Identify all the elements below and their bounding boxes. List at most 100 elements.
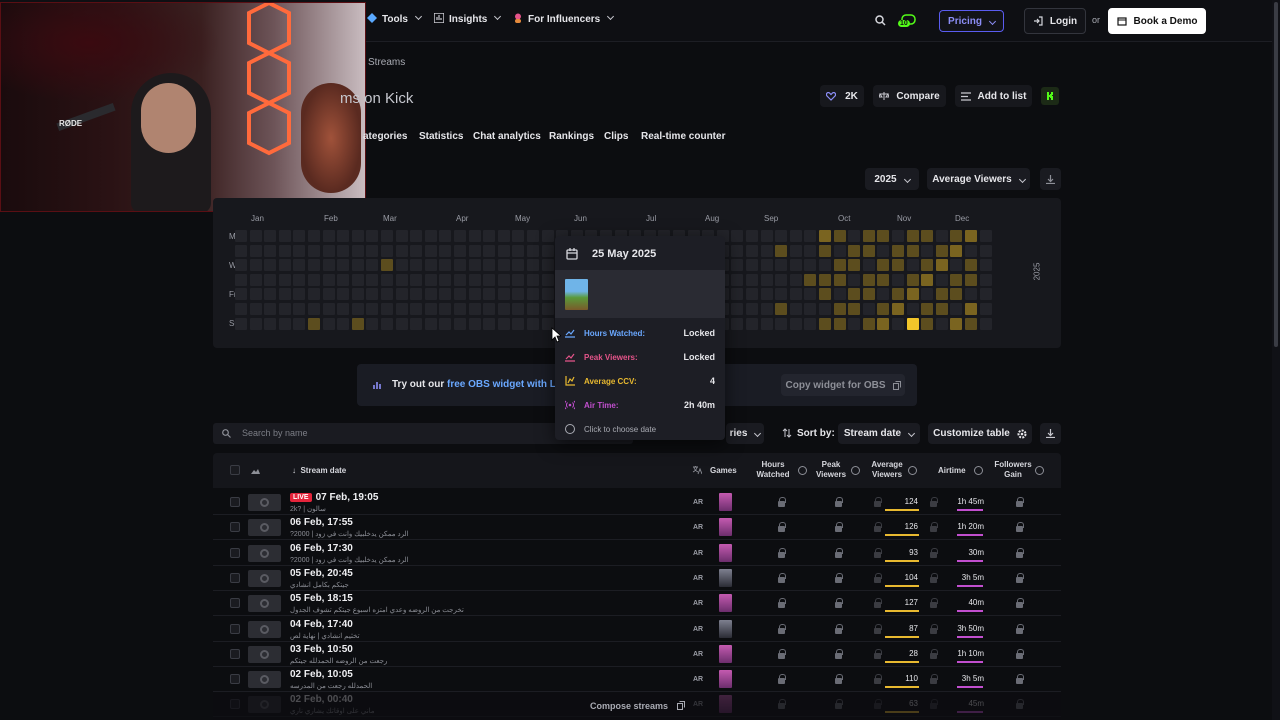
heatmap-day-cell[interactable] [323, 318, 335, 330]
heatmap-day-cell[interactable] [425, 288, 437, 300]
heatmap-day-cell[interactable] [790, 318, 802, 330]
stream-date[interactable]: 04 Feb, 17:40 [290, 619, 353, 630]
customize-table-button[interactable]: Customize table [928, 423, 1032, 444]
heatmap-day-cell[interactable] [264, 288, 276, 300]
info-icon[interactable] [1035, 466, 1044, 475]
heatmap-day-cell[interactable] [746, 303, 758, 315]
heatmap-day-cell[interactable] [921, 318, 933, 330]
image-sort-icon[interactable] [251, 466, 260, 475]
heatmap-day-cell[interactable] [746, 274, 758, 286]
heatmap-day-cell[interactable] [352, 245, 364, 257]
heatmap-day-cell[interactable] [439, 259, 451, 271]
heatmap-day-cell[interactable] [877, 245, 889, 257]
heatmap-day-cell[interactable] [469, 230, 481, 242]
heatmap-day-cell[interactable] [834, 259, 846, 271]
heatmap-day-cell[interactable] [907, 230, 919, 242]
heatmap-day-cell[interactable] [980, 259, 992, 271]
heatmap-day-cell[interactable] [761, 274, 773, 286]
heatmap-day-cell[interactable] [512, 318, 524, 330]
heatmap-day-cell[interactable] [848, 288, 860, 300]
table-row[interactable]: 05 Feb, 18:15 تخرجت من الروضه وعدي امتزه … [213, 591, 1061, 616]
heatmap-day-cell[interactable] [527, 230, 539, 242]
heatmap-day-cell[interactable] [746, 245, 758, 257]
heatmap-day-cell[interactable] [848, 230, 860, 242]
game-thumbnail[interactable] [719, 620, 732, 638]
heatmap-day-cell[interactable] [454, 245, 466, 257]
scrollbar-thumb[interactable] [1274, 2, 1278, 347]
heatmap-day-cell[interactable] [907, 245, 919, 257]
heatmap-day-cell[interactable] [250, 303, 262, 315]
heatmap-day-cell[interactable] [950, 288, 962, 300]
heatmap-day-cell[interactable] [396, 274, 408, 286]
table-row[interactable]: 02 Feb, 10:05 الحمدلله رجعت من المدرسه AR 1… [213, 667, 1061, 692]
heatmap-day-cell[interactable] [337, 230, 349, 242]
heatmap-day-cell[interactable] [834, 318, 846, 330]
heatmap-day-cell[interactable] [512, 288, 524, 300]
heatmap-day-cell[interactable] [527, 303, 539, 315]
heatmap-day-cell[interactable] [892, 245, 904, 257]
heatmap-day-cell[interactable] [790, 274, 802, 286]
heatmap-day-cell[interactable] [396, 245, 408, 257]
heatmap-day-cell[interactable] [293, 274, 305, 286]
heatmap-day-cell[interactable] [279, 288, 291, 300]
header-games[interactable]: Games [710, 466, 737, 476]
heatmap-day-cell[interactable] [483, 259, 495, 271]
heatmap-day-cell[interactable] [834, 245, 846, 257]
heatmap-day-cell[interactable] [790, 245, 802, 257]
heatmap-day-cell[interactable] [936, 274, 948, 286]
heatmap-day-cell[interactable] [279, 318, 291, 330]
heatmap-day-cell[interactable] [235, 274, 247, 286]
heatmap-day-cell[interactable] [542, 259, 554, 271]
heatmap-day-cell[interactable] [834, 303, 846, 315]
header-airtime[interactable]: Airtime [938, 466, 966, 476]
heatmap-day-cell[interactable] [469, 288, 481, 300]
heatmap-day-cell[interactable] [498, 318, 510, 330]
heatmap-day-cell[interactable] [950, 274, 962, 286]
heatmap-day-cell[interactable] [425, 245, 437, 257]
heatmap-day-cell[interactable] [425, 230, 437, 242]
copy-widget-button[interactable]: Copy widget for OBS [781, 374, 905, 396]
heatmap-day-cell[interactable] [761, 259, 773, 271]
heatmap-day-cell[interactable] [877, 259, 889, 271]
heatmap-day-cell[interactable] [994, 230, 1006, 242]
tab-rankings[interactable]: Rankings [549, 131, 594, 142]
heatmap-day-cell[interactable] [965, 245, 977, 257]
heatmap-day-cell[interactable] [308, 274, 320, 286]
game-thumbnail[interactable] [719, 518, 732, 536]
page-scrollbar[interactable] [1272, 0, 1280, 720]
game-thumbnail[interactable] [719, 569, 732, 587]
heatmap-day-cell[interactable] [921, 274, 933, 286]
heatmap-day-cell[interactable] [804, 274, 816, 286]
header-stream-date[interactable]: ↓ Stream date [292, 466, 346, 476]
stream-date[interactable]: 05 Feb, 20:45 [290, 568, 353, 579]
stream-thumbnail[interactable] [248, 570, 281, 587]
heatmap-day-cell[interactable] [804, 318, 816, 330]
heatmap-day-cell[interactable] [848, 318, 860, 330]
heatmap-day-cell[interactable] [337, 274, 349, 286]
info-icon[interactable] [908, 466, 917, 475]
heatmap-day-cell[interactable] [804, 230, 816, 242]
stream-thumbnail[interactable] [248, 621, 281, 638]
heatmap-day-cell[interactable] [980, 303, 992, 315]
heatmap-day-cell[interactable] [819, 318, 831, 330]
heatmap-day-cell[interactable] [381, 303, 393, 315]
heatmap-day-cell[interactable] [308, 303, 320, 315]
heatmap-day-cell[interactable] [980, 230, 992, 242]
heatmap-day-cell[interactable] [439, 318, 451, 330]
heatmap-day-cell[interactable] [819, 303, 831, 315]
heatmap-day-cell[interactable] [936, 303, 948, 315]
heatmap-day-cell[interactable] [877, 288, 889, 300]
heatmap-day-cell[interactable] [366, 303, 378, 315]
row-checkbox[interactable] [230, 573, 240, 583]
heatmap-day-cell[interactable] [396, 318, 408, 330]
heatmap-day-cell[interactable] [439, 303, 451, 315]
heatmap-day-cell[interactable] [410, 230, 422, 242]
heatmap-day-cell[interactable] [527, 274, 539, 286]
heatmap-day-cell[interactable] [250, 245, 262, 257]
heatmap-day-cell[interactable] [469, 318, 481, 330]
heatmap-day-cell[interactable] [775, 230, 787, 242]
heatmap-day-cell[interactable] [892, 288, 904, 300]
heatmap-day-cell[interactable] [498, 288, 510, 300]
heatmap-day-cell[interactable] [381, 274, 393, 286]
heatmap-day-cell[interactable] [396, 288, 408, 300]
